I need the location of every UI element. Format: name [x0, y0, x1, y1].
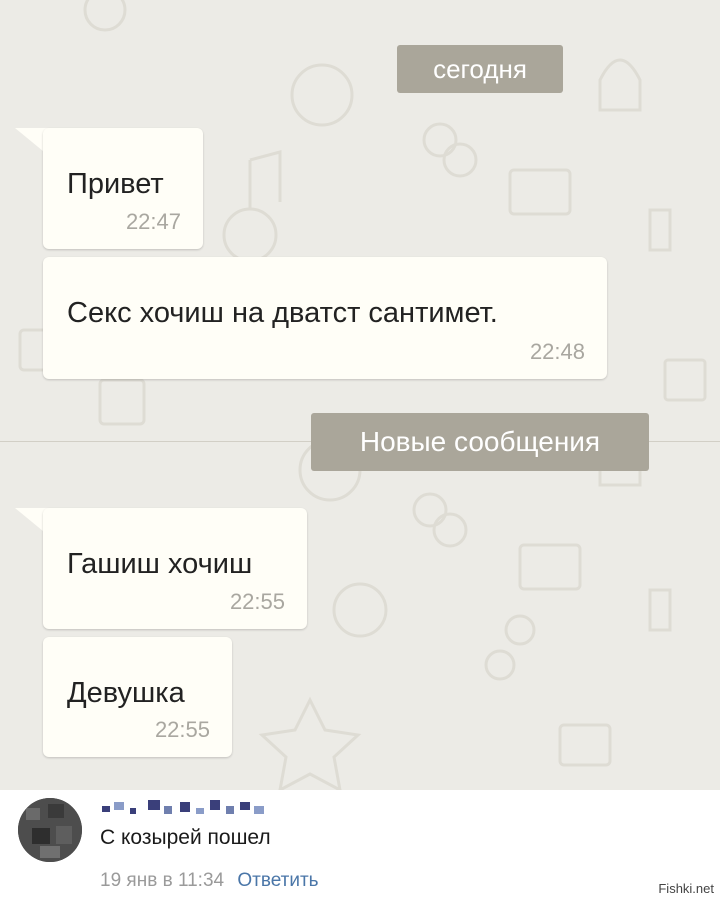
comment-date: 19 янв в 11:34	[100, 870, 225, 891]
message-text: Девушка	[67, 677, 185, 709]
comment-meta: 19 янв в 11:34 Ответить	[100, 870, 319, 892]
comment-block: С козырей пошел 19 янв в 11:34 Ответить …	[0, 790, 720, 900]
message-text: Привет	[67, 168, 164, 200]
date-label: сегодня	[433, 54, 527, 84]
message-time: 22:48	[529, 339, 585, 364]
new-messages-label: Новые сообщения	[359, 426, 601, 457]
date-divider: сегодня	[397, 45, 563, 93]
reply-link[interactable]: Ответить	[237, 870, 318, 891]
message-text: Секс хочиш на дватст сантимет.	[67, 297, 498, 329]
avatar-image	[18, 798, 82, 862]
message-time: 22:55	[154, 717, 210, 742]
message-bubble: Секс хочиш на дватст сантимет. 22:48	[43, 257, 607, 379]
message-bubble: Девушка 22:55	[43, 637, 232, 757]
comment-text: С козырей пошел	[100, 826, 271, 849]
message-text: Гашиш хочиш	[67, 548, 253, 580]
chat-area: сегодня Привет 22:47 Секс хочиш на дватс…	[0, 0, 720, 790]
username-redacted[interactable]	[100, 796, 270, 818]
message-time: 22:55	[229, 589, 285, 614]
watermark: Fishki.net	[658, 881, 714, 896]
new-messages-divider: Новые сообщения	[311, 413, 649, 471]
message-time: 22:47	[125, 209, 181, 234]
avatar[interactable]	[18, 798, 82, 862]
message-bubble: Привет 22:47	[43, 128, 203, 249]
message-bubble: Гашиш хочиш 22:55	[43, 508, 307, 629]
